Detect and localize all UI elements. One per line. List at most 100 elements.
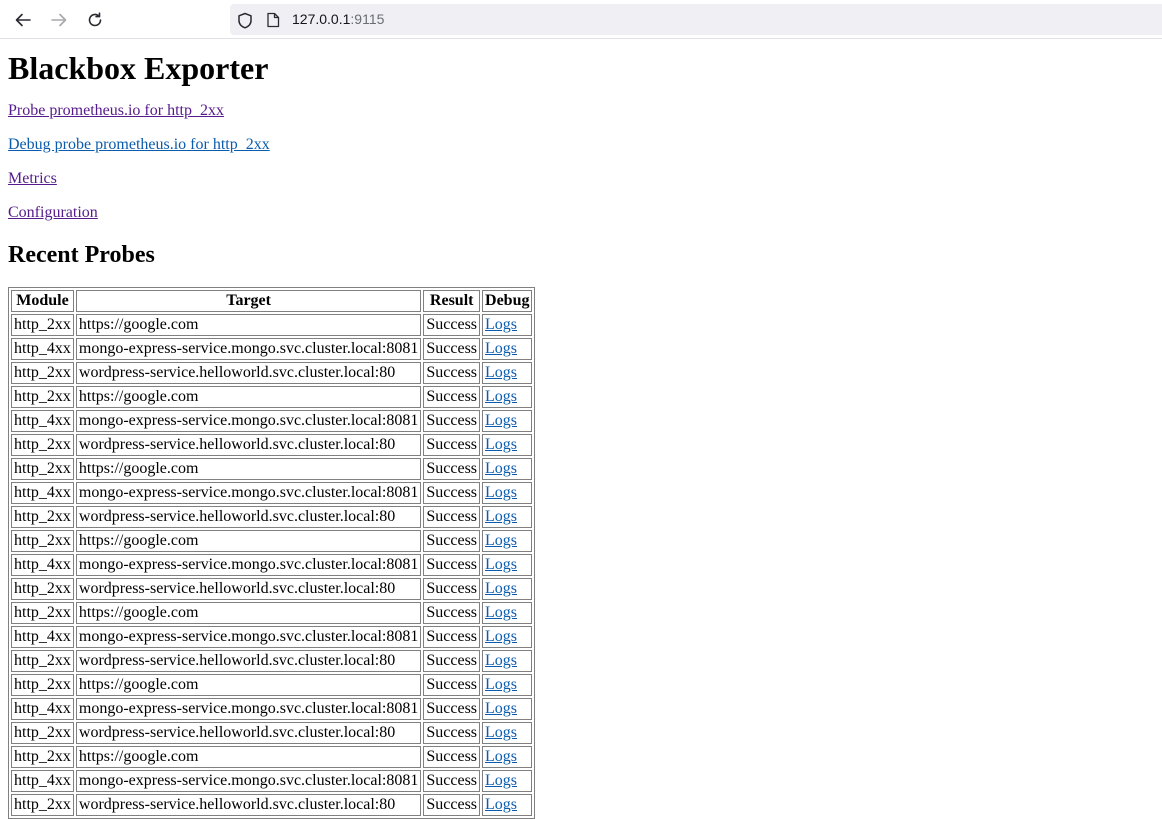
cell-debug: Logs [482,506,533,528]
cell-module: http_2xx [11,650,74,672]
metrics-link[interactable]: Metrics [8,170,57,187]
back-arrow-icon [15,13,31,27]
url-text[interactable]: 127.0.0.1:9115 [292,11,384,27]
cell-target: mongo-express-service.mongo.svc.cluster.… [75,698,422,720]
cell-result: Success [423,578,481,600]
logs-link[interactable]: Logs [485,652,517,669]
cell-debug: Logs [482,626,533,648]
cell-debug: Logs [482,386,533,408]
metrics-link-line: Metrics [8,170,1154,204]
cell-result: Success [423,386,481,408]
cell-debug: Logs [482,698,533,720]
table-row: http_2xx wordpress-service.helloworld.svc… [11,434,533,456]
logs-link[interactable]: Logs [485,340,517,357]
logs-link[interactable]: Logs [485,580,517,597]
cell-target: wordpress-service.helloworld.svc.cluster… [75,794,422,816]
forward-button[interactable] [47,8,71,32]
cell-target: mongo-express-service.mongo.svc.cluster.… [75,338,422,360]
logs-link[interactable]: Logs [485,748,517,765]
table-row: http_2xx https://google.com Success Logs [11,602,533,624]
cell-module: http_4xx [11,410,74,432]
table-row: http_2xx https://google.com Success Logs [11,530,533,552]
logs-link[interactable]: Logs [485,724,517,741]
cell-result: Success [423,530,481,552]
reload-button[interactable] [83,8,107,32]
logs-link[interactable]: Logs [485,364,517,381]
logs-link[interactable]: Logs [485,700,517,717]
cell-result: Success [423,770,481,792]
cell-debug: Logs [482,410,533,432]
cell-module: http_2xx [11,458,74,480]
logs-link[interactable]: Logs [485,508,517,525]
cell-target: https://google.com [75,386,422,408]
logs-link[interactable]: Logs [485,676,517,693]
url-port: :9115 [350,11,385,27]
back-button[interactable] [11,8,35,32]
table-row: http_2xx https://google.com Success Logs [11,674,533,696]
cell-debug: Logs [482,794,533,816]
cell-debug: Logs [482,434,533,456]
logs-link[interactable]: Logs [485,772,517,789]
url-bar[interactable]: 127.0.0.1:9115 [230,4,1162,35]
table-header-row: Module Target Result Debug [11,290,533,312]
cell-target: mongo-express-service.mongo.svc.cluster.… [75,554,422,576]
logs-link[interactable]: Logs [485,436,517,453]
cell-debug: Logs [482,602,533,624]
cell-result: Success [423,554,481,576]
cell-result: Success [423,650,481,672]
cell-module: http_2xx [11,746,74,768]
table-row: http_2xx wordpress-service.helloworld.svc… [11,794,533,816]
cell-target: https://google.com [75,530,422,552]
cell-result: Success [423,626,481,648]
cell-module: http_2xx [11,434,74,456]
cell-target: mongo-express-service.mongo.svc.cluster.… [75,482,422,504]
debug-probe-link[interactable]: Debug probe prometheus.io for http_2xx [8,136,270,153]
probe-rows: http_2xx https://google.com Success Logs htt… [11,314,533,816]
browser-toolbar: 127.0.0.1:9115 [0,0,1162,39]
table-row: http_2xx wordpress-service.helloworld.svc… [11,578,533,600]
page-icon[interactable] [264,11,282,29]
probe-link[interactable]: Probe prometheus.io for http_2xx [8,102,224,119]
cell-target: wordpress-service.helloworld.svc.cluster… [75,578,422,600]
debug-probe-link-line: Debug probe prometheus.io for http_2xx [8,136,1154,170]
cell-module: http_2xx [11,362,74,384]
table-row: http_4xx mongo-express-service.mongo.svc.… [11,554,533,576]
configuration-link[interactable]: Configuration [8,204,98,221]
cell-debug: Logs [482,722,533,744]
cell-debug: Logs [482,650,533,672]
recent-probes-table: Module Target Result Debug http_2xx https… [8,287,536,819]
logs-link[interactable]: Logs [485,388,517,405]
cell-target: wordpress-service.helloworld.svc.cluster… [75,362,422,384]
logs-link[interactable]: Logs [485,412,517,429]
table-row: http_4xx mongo-express-service.mongo.svc.… [11,338,533,360]
logs-link[interactable]: Logs [485,460,517,477]
logs-link[interactable]: Logs [485,604,517,621]
cell-result: Success [423,602,481,624]
table-row: http_2xx https://google.com Success Logs [11,746,533,768]
cell-debug: Logs [482,674,533,696]
table-row: http_4xx mongo-express-service.mongo.svc.… [11,698,533,720]
configuration-link-line: Configuration [8,204,1154,238]
cell-module: http_4xx [11,338,74,360]
logs-link[interactable]: Logs [485,532,517,549]
cell-target: wordpress-service.helloworld.svc.cluster… [75,722,422,744]
cell-result: Success [423,458,481,480]
cell-module: http_4xx [11,698,74,720]
logs-link[interactable]: Logs [485,796,517,813]
page-content: Blackbox Exporter Probe prometheus.io fo… [0,51,1162,819]
logs-link[interactable]: Logs [485,556,517,573]
table-row: http_4xx mongo-express-service.mongo.svc.… [11,626,533,648]
cell-module: http_4xx [11,554,74,576]
logs-link[interactable]: Logs [485,628,517,645]
cell-module: http_2xx [11,722,74,744]
logs-link[interactable]: Logs [485,316,517,333]
header-result: Result [423,290,481,312]
cell-module: http_2xx [11,794,74,816]
cell-result: Success [423,410,481,432]
cell-result: Success [423,434,481,456]
table-row: http_2xx wordpress-service.helloworld.svc… [11,722,533,744]
tracking-shield-icon[interactable] [236,11,254,29]
logs-link[interactable]: Logs [485,484,517,501]
cell-debug: Logs [482,314,533,336]
table-row: http_2xx wordpress-service.helloworld.svc… [11,506,533,528]
